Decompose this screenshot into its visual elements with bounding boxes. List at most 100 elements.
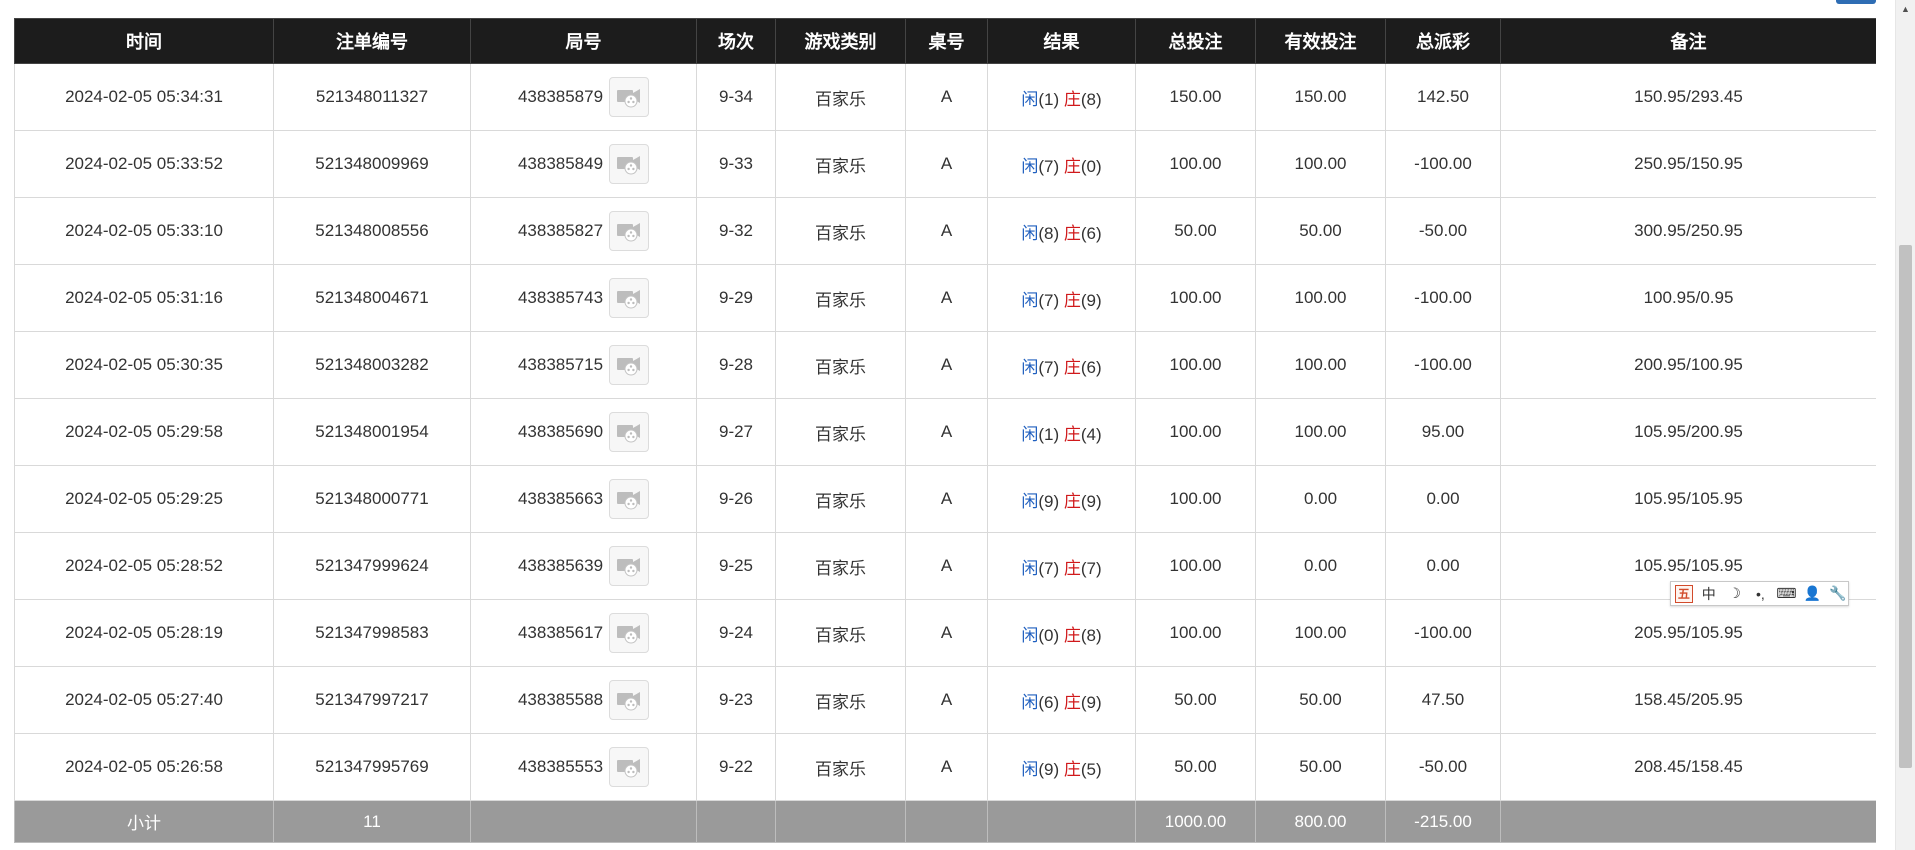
header-round-no: 局号 xyxy=(470,18,697,64)
header-remark: 备注 xyxy=(1500,18,1876,64)
cell-game-type: 百家乐 xyxy=(775,331,906,399)
video-replay-icon[interactable] xyxy=(609,278,650,318)
cell-total-bet: 100.00 xyxy=(1135,398,1256,466)
player-score: (0) xyxy=(1038,625,1060,645)
cell-valid-bet: 50.00 xyxy=(1255,197,1386,265)
cell-session: 9-24 xyxy=(696,599,776,667)
banker-label: 庄 xyxy=(1063,357,1081,377)
round-cell: 438385690 xyxy=(518,412,650,452)
moon-icon[interactable]: ☽ xyxy=(1725,584,1745,603)
cell-session: 9-32 xyxy=(696,197,776,265)
video-replay-icon[interactable] xyxy=(609,77,650,117)
video-replay-icon[interactable] xyxy=(609,211,650,251)
cell-round-no: 438385827 xyxy=(470,197,697,265)
subtotal-empty xyxy=(987,800,1136,843)
video-replay-icon[interactable] xyxy=(609,144,650,184)
round-no-text: 438385879 xyxy=(517,87,604,106)
cell-game-type: 百家乐 xyxy=(775,465,906,533)
cell-total-payout: -100.00 xyxy=(1385,599,1501,667)
player-score: (7) xyxy=(1038,290,1060,310)
cell-time: 2024-02-05 05:29:25 xyxy=(14,465,274,533)
subtotal-valid-bet: 800.00 xyxy=(1255,800,1386,843)
cell-total-payout: 0.00 xyxy=(1385,465,1501,533)
banker-label: 庄 xyxy=(1063,223,1081,243)
round-cell: 438385715 xyxy=(517,345,650,385)
cell-session: 9-22 xyxy=(696,733,776,801)
cell-table-no: A xyxy=(905,264,988,332)
banker-score: (5) xyxy=(1080,759,1102,779)
player-label: 闲 xyxy=(1021,491,1039,511)
punctuation-icon[interactable]: •, xyxy=(1751,584,1771,603)
cell-total-bet: 100.00 xyxy=(1135,130,1256,198)
keyboard-icon[interactable]: ⌨ xyxy=(1776,584,1796,603)
cell-result: 闲(1) 庄(8) xyxy=(987,63,1136,131)
cell-time: 2024-02-05 05:29:58 xyxy=(14,398,274,466)
cell-table-no: A xyxy=(905,63,988,131)
subtotal-row: 小计 11 1000.00 800.00 -215.00 xyxy=(14,800,1876,843)
scrollbar-thumb[interactable] xyxy=(1899,245,1912,768)
cell-time: 2024-02-05 05:27:40 xyxy=(14,666,274,734)
round-cell: 438385663 xyxy=(518,479,650,519)
banker-score: (9) xyxy=(1080,290,1102,310)
banker-score: (9) xyxy=(1080,692,1102,712)
video-replay-icon[interactable] xyxy=(609,613,650,653)
video-replay-icon[interactable] xyxy=(609,412,650,452)
table-header-row: 时间 注单编号 局号 场次 游戏类别 桌号 结果 总投注 有效投注 总派彩 备注 xyxy=(14,18,1876,64)
cell-total-bet: 50.00 xyxy=(1135,733,1256,801)
cell-game-type: 百家乐 xyxy=(775,130,906,198)
ime-logo-icon[interactable]: 五 xyxy=(1675,584,1693,603)
cell-order-no: 521348008556 xyxy=(273,197,471,265)
cell-game-type: 百家乐 xyxy=(775,532,906,600)
cell-result: 闲(1) 庄(4) xyxy=(987,398,1136,466)
cell-time: 2024-02-05 05:26:58 xyxy=(14,733,274,801)
table-row: 2024-02-05 05:29:58 521348001954 4383856… xyxy=(14,398,1876,466)
top-action-button[interactable] xyxy=(1836,0,1876,4)
round-cell: 438385588 xyxy=(518,680,650,720)
subtotal-empty xyxy=(696,800,776,843)
cell-valid-bet: 0.00 xyxy=(1255,532,1386,600)
ime-mode-toggle[interactable]: 中 xyxy=(1699,584,1719,603)
cell-time: 2024-02-05 05:33:10 xyxy=(14,197,274,265)
player-score: (7) xyxy=(1038,357,1060,377)
vertical-scrollbar[interactable]: ▲ xyxy=(1895,0,1915,850)
user-icon[interactable]: 👤 xyxy=(1802,584,1822,603)
cell-table-no: A xyxy=(905,197,988,265)
cell-round-no: 438385617 xyxy=(470,599,697,667)
cell-valid-bet: 100.00 xyxy=(1255,599,1386,667)
cell-total-bet: 100.00 xyxy=(1135,465,1256,533)
player-score: (9) xyxy=(1038,759,1060,779)
banker-label: 庄 xyxy=(1063,290,1081,310)
video-replay-icon[interactable] xyxy=(609,345,650,385)
table-row: 2024-02-05 05:31:16 521348004671 4383857… xyxy=(14,264,1876,332)
cell-remark: 200.95/100.95 xyxy=(1500,331,1876,399)
video-replay-icon[interactable] xyxy=(609,546,650,586)
player-label: 闲 xyxy=(1021,290,1039,310)
cell-session: 9-29 xyxy=(696,264,776,332)
player-score: (8) xyxy=(1038,223,1060,243)
cell-valid-bet: 100.00 xyxy=(1255,264,1386,332)
round-no-text: 438385715 xyxy=(517,355,604,374)
bet-records-table-wrap: 时间 注单编号 局号 场次 游戏类别 桌号 结果 总投注 有效投注 总派彩 备注… xyxy=(14,18,1876,850)
cell-remark: 105.95/105.95 xyxy=(1500,465,1876,533)
video-replay-icon[interactable] xyxy=(609,680,650,720)
table-row: 2024-02-05 05:26:58 521347995769 4383855… xyxy=(14,733,1876,801)
banker-score: (4) xyxy=(1080,424,1102,444)
player-score: (7) xyxy=(1038,558,1060,578)
cell-time: 2024-02-05 05:31:16 xyxy=(14,264,274,332)
header-valid-bet: 有效投注 xyxy=(1255,18,1386,64)
cell-total-bet: 50.00 xyxy=(1135,197,1256,265)
video-replay-icon[interactable] xyxy=(609,479,650,519)
page: 时间 注单编号 局号 场次 游戏类别 桌号 结果 总投注 有效投注 总派彩 备注… xyxy=(0,0,1915,850)
banker-score: (8) xyxy=(1080,625,1102,645)
banker-label: 庄 xyxy=(1063,89,1081,109)
header-total-payout: 总派彩 xyxy=(1385,18,1501,64)
cell-total-bet: 50.00 xyxy=(1135,666,1256,734)
wrench-icon[interactable]: 🔧 xyxy=(1828,584,1848,603)
player-label: 闲 xyxy=(1021,625,1039,645)
cell-table-no: A xyxy=(905,666,988,734)
player-score: (9) xyxy=(1038,491,1060,511)
video-replay-icon[interactable] xyxy=(609,747,650,787)
chevron-up-icon[interactable]: ▲ xyxy=(1896,0,1915,17)
table-row: 2024-02-05 05:33:10 521348008556 4383858… xyxy=(14,197,1876,265)
cell-table-no: A xyxy=(905,130,988,198)
